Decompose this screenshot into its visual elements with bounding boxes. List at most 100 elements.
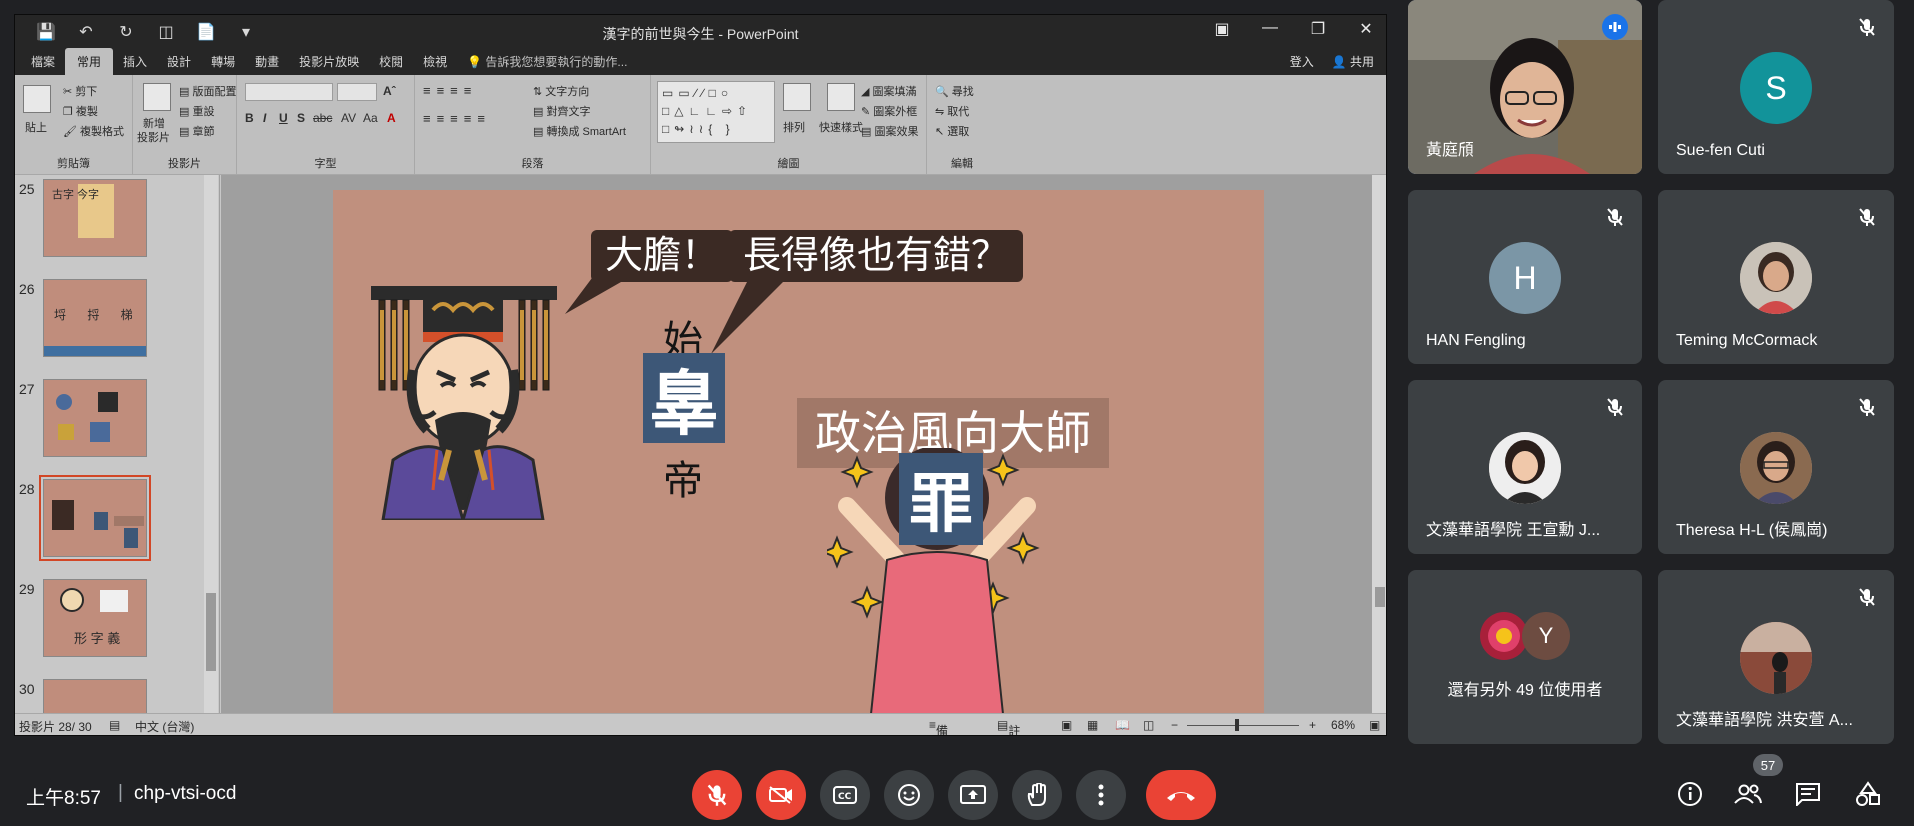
new-file-icon[interactable]: 📄	[195, 22, 217, 42]
spellcheck-icon[interactable]: ▤	[109, 718, 120, 732]
change-case-button[interactable]: Aa	[363, 111, 378, 125]
reset-button[interactable]: ▤ 重設	[179, 103, 214, 119]
char-spacing-button[interactable]: AV	[341, 111, 356, 125]
select-button[interactable]: ↖ 選取	[935, 123, 969, 139]
language-indicator[interactable]: 中文 (台灣)	[135, 718, 194, 735]
current-slide[interactable]: 大膽！ 長得像也有錯？ 始 辠 帝 政治風向大師 罪	[333, 190, 1264, 714]
activities-button[interactable]	[1854, 780, 1882, 808]
grow-font-icon[interactable]: Aˆ	[383, 84, 396, 98]
tab-design[interactable]: 設計	[157, 53, 201, 75]
toggle-mic-button[interactable]	[692, 770, 742, 820]
present-from-start-icon[interactable]: ◫	[155, 22, 177, 42]
participant-tile-presenter[interactable]: 黃庭頎	[1408, 0, 1642, 174]
font-color-button[interactable]: A	[387, 111, 396, 125]
shapes-gallery[interactable]: ▭▭∕∕□○ □△∟∟⇨⇧ □↬≀≀{ }	[657, 81, 775, 143]
tab-animations[interactable]: 動畫	[245, 53, 289, 75]
slideshow-view-icon[interactable]: ◫	[1143, 718, 1154, 732]
char-di[interactable]: 帝	[663, 448, 703, 506]
redo-icon[interactable]: ↻	[115, 22, 137, 42]
font-size-dropdown[interactable]	[337, 83, 377, 101]
replace-button[interactable]: ⇋ 取代	[935, 103, 969, 119]
thumbnail-25[interactable]: 25 古字 今字	[15, 179, 205, 259]
raise-hand-button[interactable]	[1012, 770, 1062, 820]
tab-transitions[interactable]: 轉場	[201, 53, 245, 75]
tab-slideshow[interactable]: 投影片放映	[289, 53, 369, 75]
more-options-button[interactable]	[1076, 770, 1126, 820]
zoom-in-icon[interactable]: +	[1309, 718, 1316, 732]
chat-button[interactable]	[1794, 780, 1822, 808]
participant-tile-wang[interactable]: 文藻華語學院 王宣勳 J...	[1408, 380, 1642, 554]
find-button[interactable]: 🔍 尋找	[935, 83, 974, 99]
new-slide-icon[interactable]	[143, 83, 171, 111]
toggle-camera-button[interactable]	[756, 770, 806, 820]
align-buttons[interactable]: ≡≡≡≡≡	[423, 111, 491, 126]
strikethrough-button[interactable]: abc	[313, 111, 332, 125]
participant-tile-teming[interactable]: Teming McCormack	[1658, 190, 1894, 364]
fit-slide-icon[interactable]: ▣	[1369, 718, 1380, 732]
participant-tile-others[interactable]: Y 還有另外 49 位使用者	[1408, 570, 1642, 744]
smartart-button[interactable]: ▤ 轉換成 SmartArt	[533, 123, 626, 139]
tab-insert[interactable]: 插入	[113, 53, 157, 75]
paste-button[interactable]: 貼上	[25, 119, 47, 135]
participant-tile-hong[interactable]: 文藻華語學院 洪安萱 A...	[1658, 570, 1894, 744]
copy-button[interactable]: ❐ 複製	[63, 103, 98, 119]
format-painter-button[interactable]: 🖌 複製格式	[63, 123, 124, 139]
notes-button[interactable]: ≡ 備忘稿	[929, 718, 948, 735]
close-icon[interactable]: ✕	[1356, 19, 1376, 39]
layout-button[interactable]: ▤ 版面配置	[179, 83, 236, 99]
zoom-slider-thumb[interactable]	[1235, 719, 1239, 731]
slide-sorter-icon[interactable]: ▦	[1087, 718, 1098, 732]
thumbnail-28-current[interactable]: 28	[15, 475, 205, 561]
ribbon-display-icon[interactable]: ▣	[1212, 19, 1232, 39]
shape-outline-button[interactable]: ✎ 圖案外框	[861, 103, 917, 119]
comments-button[interactable]: ▤ 註解	[997, 718, 1020, 735]
shape-fill-button[interactable]: ◢ 圖案填滿	[861, 83, 917, 99]
cut-button[interactable]: ✂ 剪下	[63, 83, 97, 99]
participant-tile-suefen[interactable]: S Sue-fen Cuti	[1658, 0, 1894, 174]
italic-button[interactable]: I	[263, 111, 266, 125]
thumbnail-scrollbar-thumb[interactable]	[206, 593, 216, 671]
section-button[interactable]: ▤ 章節	[179, 123, 214, 139]
meeting-details-button[interactable]	[1676, 780, 1704, 808]
normal-view-icon[interactable]: ▣	[1061, 718, 1072, 732]
participant-tile-han[interactable]: H HAN Fengling	[1408, 190, 1642, 364]
emoji-button[interactable]	[884, 770, 934, 820]
new-slide-button-line2[interactable]: 投影片	[137, 129, 170, 145]
zoom-out-icon[interactable]: −	[1171, 718, 1178, 732]
text-direction-button[interactable]: ⇅ 文字方向	[533, 83, 589, 99]
underline-button[interactable]: U	[279, 111, 288, 125]
list-buttons[interactable]: ≡≡≡≡	[423, 83, 477, 98]
thumbnail-27[interactable]: 27	[15, 379, 205, 459]
shape-effects-button[interactable]: ▤ 圖案效果	[861, 123, 918, 139]
tab-file[interactable]: 檔案	[21, 53, 65, 75]
quick-styles-icon[interactable]	[827, 83, 855, 111]
slide-scrollbar-thumb[interactable]	[1375, 587, 1385, 607]
sign-in-link[interactable]: 登入	[1290, 53, 1314, 70]
paste-icon[interactable]	[23, 85, 51, 113]
arrange-icon[interactable]	[783, 83, 811, 111]
slide-scrollbar[interactable]	[1372, 175, 1386, 720]
char-zui-old[interactable]: 辠	[643, 353, 725, 445]
leave-call-button[interactable]	[1146, 770, 1216, 820]
font-name-dropdown[interactable]	[245, 83, 333, 101]
customize-qat-icon[interactable]: ▾	[235, 22, 257, 42]
arrange-button[interactable]: 排列	[783, 119, 805, 135]
thumbnail-26[interactable]: 26 埒 捋 梯	[15, 279, 205, 359]
quick-styles-button[interactable]: 快速樣式	[819, 119, 863, 135]
tell-me-search[interactable]: 💡 告訴我您想要執行的動作...	[457, 53, 637, 75]
thumbnail-29[interactable]: 29 形 字 義	[15, 579, 205, 659]
zoom-slider[interactable]	[1187, 725, 1299, 726]
share-button[interactable]: 👤 共用	[1332, 53, 1374, 70]
reading-view-icon[interactable]: 📖	[1115, 718, 1130, 732]
thumbnail-scrollbar[interactable]	[204, 175, 218, 720]
people-button[interactable]	[1734, 780, 1762, 808]
present-now-button[interactable]	[948, 770, 998, 820]
meeting-code[interactable]: chp-vtsi-ocd	[134, 783, 236, 805]
char-zui-new[interactable]: 罪	[899, 453, 983, 545]
minimize-icon[interactable]: —	[1260, 19, 1280, 39]
restore-icon[interactable]: ❐	[1308, 19, 1328, 39]
bold-button[interactable]: B	[245, 111, 254, 125]
align-text-button[interactable]: ▤ 對齊文字	[533, 103, 590, 119]
save-icon[interactable]: 💾	[35, 22, 57, 42]
participant-tile-theresa[interactable]: Theresa H-L (侯鳳崗)	[1658, 380, 1894, 554]
